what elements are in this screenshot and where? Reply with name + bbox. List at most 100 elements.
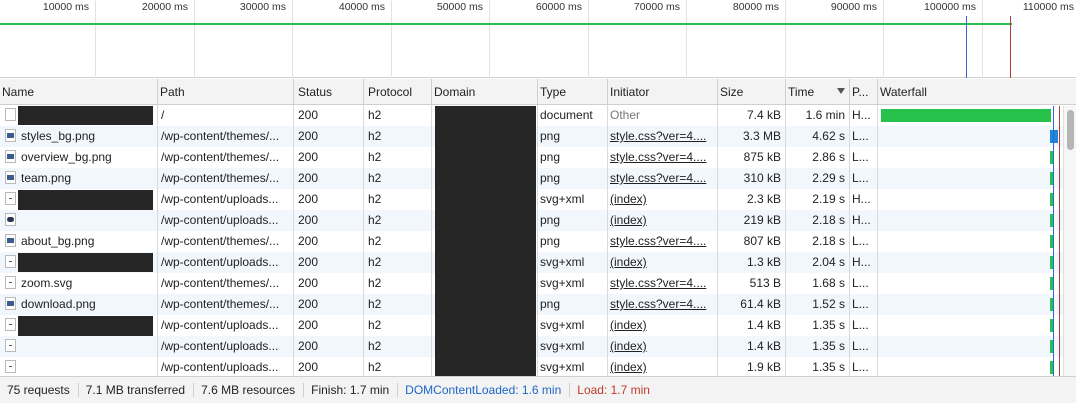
column-header-path[interactable]: Path xyxy=(158,79,294,104)
cell-protocol: h2 xyxy=(364,210,432,231)
overview-gridline xyxy=(686,0,687,78)
column-header-type[interactable]: Type xyxy=(538,79,608,104)
cell-name xyxy=(0,357,158,378)
cell-priority: L... xyxy=(850,294,878,315)
table-row[interactable]: /200 h2 document Other 7.4 kB 1.6 min H... xyxy=(0,105,1076,126)
cell-name: about_bg.png xyxy=(0,231,158,252)
cell-initiator: style.css?ver=4.... xyxy=(608,168,718,189)
cell-priority: L... xyxy=(850,357,878,378)
overview-tick-label: 40000 ms xyxy=(338,1,385,13)
cell-priority: L... xyxy=(850,336,878,357)
cell-name: overview_bg.png xyxy=(0,147,158,168)
initiator-link[interactable]: (index) xyxy=(610,339,647,353)
overview-gridline xyxy=(883,0,884,78)
cell-protocol: h2 xyxy=(364,357,432,378)
cell-type: svg+xml xyxy=(538,273,608,294)
redacted-domain-block xyxy=(435,106,536,376)
table-row[interactable]: /wp-content/uploads... 200 h2 svg+xml (index… xyxy=(0,189,1076,210)
cell-size: 61.4 kB xyxy=(718,294,786,315)
waterfall-bar xyxy=(1050,130,1058,143)
image-icon xyxy=(5,297,16,310)
cell-initiator: (index) xyxy=(608,252,718,273)
column-header-waterfall[interactable]: Waterfall xyxy=(878,79,1076,104)
column-header-initiator[interactable]: Initiator xyxy=(608,79,718,104)
column-header-time[interactable]: Time xyxy=(786,79,850,104)
cell-waterfall xyxy=(878,105,1076,126)
document-icon xyxy=(5,108,16,121)
column-header-priority[interactable]: P... xyxy=(850,79,878,104)
column-header-protocol[interactable]: Protocol xyxy=(364,79,432,104)
table-row[interactable]: /wp-content/uploads... 200 h2 svg+xml (index… xyxy=(0,315,1076,336)
cell-type: png xyxy=(538,231,608,252)
cell-type: png xyxy=(538,168,608,189)
cell-waterfall xyxy=(878,357,1076,378)
table-row[interactable]: /wp-content/uploads... 200 h2 svg+xml (index… xyxy=(0,252,1076,273)
table-row[interactable]: styles_bg.png/wp-content/themes/... 200 h2… xyxy=(0,126,1076,147)
initiator-link[interactable]: (index) xyxy=(610,360,647,374)
column-header-name[interactable]: Name xyxy=(0,79,158,104)
initiator-text: Other xyxy=(610,108,641,122)
cell-protocol: h2 xyxy=(364,252,432,273)
overview-tick-label: 100000 ms xyxy=(924,1,976,13)
table-row[interactable]: about_bg.png/wp-content/themes/... 200 h2 p… xyxy=(0,231,1076,252)
overview-gridline xyxy=(982,0,983,78)
initiator-link[interactable]: style.css?ver=4.... xyxy=(610,171,706,185)
column-header-size[interactable]: Size xyxy=(718,79,786,104)
initiator-link[interactable]: (index) xyxy=(610,255,647,269)
overview-tick-label: 50000 ms xyxy=(436,1,483,13)
column-header-status[interactable]: Status xyxy=(294,79,364,104)
table-row[interactable]: /wp-content/uploads... 200 h2 svg+xml (index… xyxy=(0,357,1076,378)
cell-waterfall xyxy=(878,147,1076,168)
cell-status: 200 xyxy=(294,189,364,210)
table-row[interactable]: /wp-content/uploads... 200 h2 png (index) 219… xyxy=(0,210,1076,231)
image-icon xyxy=(5,171,16,184)
initiator-link[interactable]: style.css?ver=4.... xyxy=(610,234,706,248)
overview-tick-label: 110000 ms xyxy=(1022,1,1074,13)
cell-type: png xyxy=(538,147,608,168)
cell-waterfall xyxy=(878,210,1076,231)
overview-gridline xyxy=(489,0,490,78)
cell-initiator: Other xyxy=(608,105,718,126)
cell-size: 1.9 kB xyxy=(718,357,786,378)
table-scrollbar[interactable] xyxy=(1063,106,1076,376)
table-row[interactable]: /wp-content/uploads... 200 h2 svg+xml (index… xyxy=(0,336,1076,357)
cell-path: /wp-content/themes/... xyxy=(158,273,294,294)
cell-name xyxy=(0,210,158,231)
scrollbar-thumb[interactable] xyxy=(1067,110,1074,150)
initiator-link[interactable]: (index) xyxy=(610,192,647,206)
redacted-name-block xyxy=(18,106,153,125)
column-header-domain[interactable]: Domain xyxy=(432,79,538,104)
summary-finish: Finish: 1.7 min xyxy=(304,383,399,397)
cell-status: 200 xyxy=(294,147,364,168)
initiator-link[interactable]: style.css?ver=4.... xyxy=(610,276,706,290)
cell-waterfall xyxy=(878,315,1076,336)
cell-path: /wp-content/uploads... xyxy=(158,315,294,336)
table-row[interactable]: team.png/wp-content/themes/... 200 h2 png st… xyxy=(0,168,1076,189)
cell-status: 200 xyxy=(294,105,364,126)
cell-type: svg+xml xyxy=(538,357,608,378)
cell-size: 513 B xyxy=(718,273,786,294)
overview-timeline[interactable]: 10000 ms 20000 ms 30000 ms 40000 ms 50000 ms… xyxy=(0,0,1076,78)
table-row[interactable]: zoom.svg/wp-content/themes/... 200 h2 svg+x… xyxy=(0,273,1076,294)
cell-time: 2.19 s xyxy=(786,189,850,210)
cell-type: svg+xml xyxy=(538,189,608,210)
table-row[interactable]: overview_bg.png/wp-content/themes/... 200… xyxy=(0,147,1076,168)
initiator-link[interactable]: style.css?ver=4.... xyxy=(610,129,706,143)
image-icon xyxy=(5,129,16,142)
cell-protocol: h2 xyxy=(364,105,432,126)
cell-time: 1.35 s xyxy=(786,357,850,378)
cell-protocol: h2 xyxy=(364,147,432,168)
table-body: /200 h2 document Other 7.4 kB 1.6 min H... styl… xyxy=(0,105,1076,378)
initiator-link[interactable]: (index) xyxy=(610,318,647,332)
cell-priority: L... xyxy=(850,168,878,189)
cell-path: /wp-content/themes/... xyxy=(158,168,294,189)
cell-time: 2.86 s xyxy=(786,147,850,168)
table-row[interactable]: download.png/wp-content/themes/... 200 h2 p… xyxy=(0,294,1076,315)
cell-time: 1.52 s xyxy=(786,294,850,315)
cell-name: zoom.svg xyxy=(0,273,158,294)
initiator-link[interactable]: (index) xyxy=(610,213,647,227)
initiator-link[interactable]: style.css?ver=4.... xyxy=(610,150,706,164)
cell-path: / xyxy=(158,105,294,126)
cell-name xyxy=(0,315,158,336)
initiator-link[interactable]: style.css?ver=4.... xyxy=(610,297,706,311)
